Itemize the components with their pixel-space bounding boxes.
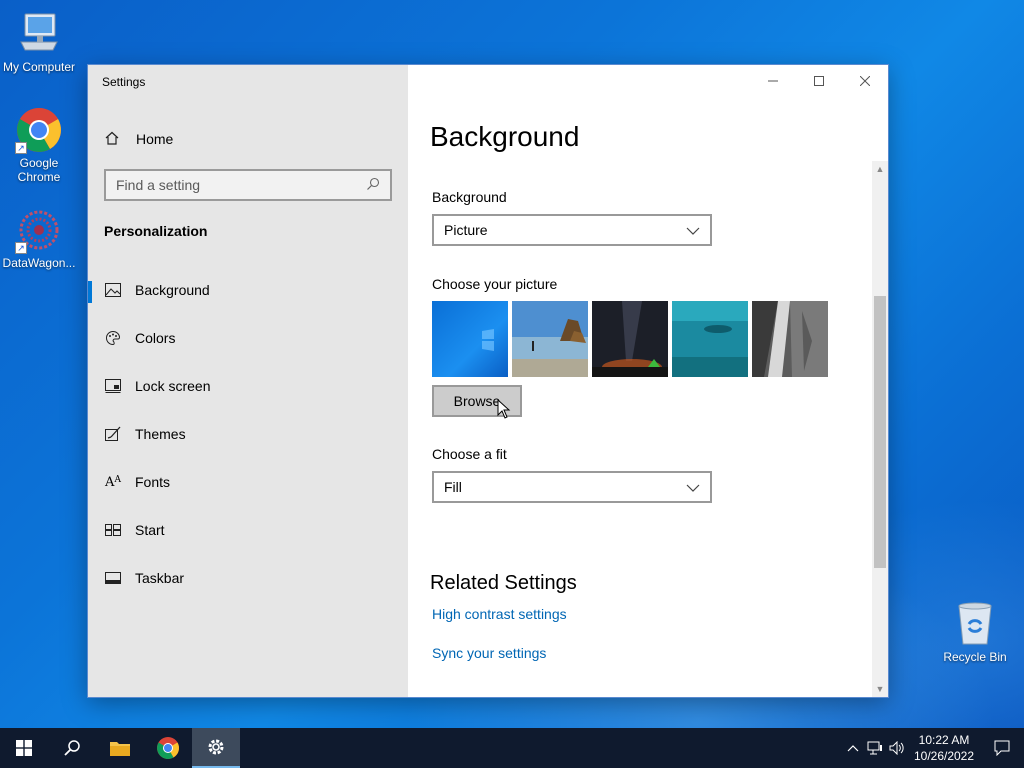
nav-item-lock-screen[interactable]: Lock screen — [88, 366, 408, 406]
taskbar-icon — [104, 572, 122, 584]
notification-icon — [994, 740, 1010, 756]
picture-thumbnail-rock[interactable] — [752, 301, 828, 377]
start-button[interactable] — [0, 728, 48, 768]
desktop-icon-google-chrome[interactable]: ↗ Google Chrome — [0, 106, 78, 184]
close-button[interactable] — [842, 65, 888, 97]
background-dropdown-value: Picture — [444, 222, 488, 238]
scroll-thumb[interactable] — [874, 296, 886, 568]
fonts-icon: AA — [105, 474, 121, 490]
search-icon — [366, 177, 380, 194]
desktop-icon-my-computer[interactable]: My Computer — [0, 10, 78, 74]
content-scrollbar[interactable]: ▲ ▼ — [872, 161, 888, 697]
start-icon — [104, 524, 122, 536]
chevron-down-icon — [686, 479, 700, 495]
search-input[interactable]: Find a setting — [104, 169, 392, 201]
nav-item-label: Themes — [135, 426, 186, 442]
desktop-icon-label: DataWagon... — [2, 256, 76, 270]
picture-thumbnail-underwater[interactable] — [672, 301, 748, 377]
picture-thumbnail-windows[interactable] — [432, 301, 508, 377]
clock-time: 10:22 AM — [918, 733, 970, 747]
nav-item-label: Colors — [135, 330, 176, 346]
system-tray: 10:22 AM 10/26/2022 — [842, 728, 1024, 768]
desktop-icon-datawagon[interactable]: ↗ DataWagon... — [0, 206, 78, 270]
settings-sidebar: Settings Home Find a setting Personaliza… — [88, 65, 408, 697]
taskbar: 10:22 AM 10/26/2022 — [0, 728, 1024, 768]
picture-thumbnail-night-sky[interactable] — [592, 301, 668, 377]
folder-icon — [110, 742, 130, 756]
themes-icon — [104, 426, 122, 442]
taskbar-clock[interactable]: 10:22 AM 10/26/2022 — [908, 732, 980, 764]
chrome-icon — [157, 737, 179, 759]
gear-icon — [208, 739, 224, 755]
desktop-icon-label: My Computer — [2, 60, 76, 74]
shortcut-arrow-icon: ↗ — [15, 142, 27, 154]
computer-icon — [15, 10, 63, 58]
recycle-bin-icon — [951, 600, 999, 648]
nav-item-fonts[interactable]: AA Fonts — [88, 462, 408, 502]
page-title: Background — [430, 121, 580, 152]
nav-item-taskbar[interactable]: Taskbar — [88, 558, 408, 598]
minimize-button[interactable] — [750, 65, 796, 97]
nav-item-label: Fonts — [135, 474, 171, 490]
nav-item-background[interactable]: Background — [88, 270, 408, 310]
close-icon — [860, 76, 870, 86]
desktop-icon-label: Google Chrome — [17, 156, 61, 184]
picture-thumbnails — [432, 301, 828, 377]
shortcut-arrow-icon: ↗ — [15, 242, 27, 254]
fit-dropdown-value: Fill — [444, 479, 462, 495]
chevron-down-icon — [686, 222, 700, 238]
sync-settings-link[interactable]: Sync your settings — [432, 645, 546, 661]
search-placeholder: Find a setting — [116, 177, 201, 193]
nav-item-colors[interactable]: Colors — [88, 318, 408, 358]
home-icon — [104, 130, 122, 149]
background-dropdown[interactable]: Picture — [432, 214, 712, 246]
palette-icon — [104, 330, 122, 346]
datawagon-icon: ↗ — [15, 206, 63, 254]
background-label: Background — [432, 189, 507, 205]
nav-section-title: Personalization — [104, 223, 208, 239]
nav-item-label: Lock screen — [135, 378, 211, 394]
taskbar-settings[interactable] — [192, 728, 240, 768]
taskbar-search-button[interactable] — [48, 728, 96, 768]
minimize-icon — [768, 80, 778, 82]
window-title: Settings — [102, 75, 146, 89]
nav-item-label: Taskbar — [135, 570, 185, 586]
choose-picture-label: Choose your picture — [432, 276, 558, 292]
nav-item-start[interactable]: Start — [88, 510, 408, 550]
windows-logo-icon — [16, 740, 32, 756]
settings-window: Settings Home Find a setting Personaliza… — [88, 65, 888, 697]
mouse-cursor-icon — [497, 399, 511, 419]
lock-screen-icon — [104, 379, 122, 393]
maximize-icon — [814, 76, 824, 86]
clock-date: 10/26/2022 — [913, 749, 975, 763]
nav-home[interactable]: Home — [104, 129, 173, 149]
scroll-down-icon[interactable]: ▼ — [872, 681, 888, 697]
taskbar-file-explorer[interactable] — [96, 728, 144, 768]
settings-content: Background Background Picture Choose you… — [408, 65, 888, 697]
scroll-up-icon[interactable]: ▲ — [872, 161, 888, 177]
maximize-button[interactable] — [796, 65, 842, 97]
related-settings-title: Related Settings — [430, 572, 577, 594]
fit-dropdown[interactable]: Fill — [432, 471, 712, 503]
network-icon[interactable] — [864, 741, 886, 755]
chevron-up-icon[interactable] — [842, 744, 864, 752]
picture-icon — [104, 283, 122, 297]
desktop-icon-recycle-bin[interactable]: Recycle Bin — [936, 600, 1014, 664]
picture-thumbnail-beach[interactable] — [512, 301, 588, 377]
nav-item-label: Start — [135, 522, 165, 538]
nav-item-themes[interactable]: Themes — [88, 414, 408, 454]
nav-item-label: Background — [135, 282, 210, 298]
search-icon — [64, 740, 80, 756]
nav-home-label: Home — [136, 131, 174, 147]
chrome-icon: ↗ — [15, 106, 63, 154]
action-center-button[interactable] — [980, 728, 1024, 768]
browse-button-label: Browse — [453, 393, 501, 409]
high-contrast-link[interactable]: High contrast settings — [432, 606, 567, 622]
volume-icon[interactable] — [886, 741, 908, 755]
taskbar-chrome[interactable] — [144, 728, 192, 768]
recycle-bin-label: Recycle Bin — [943, 650, 1007, 664]
choose-fit-label: Choose a fit — [432, 446, 507, 462]
